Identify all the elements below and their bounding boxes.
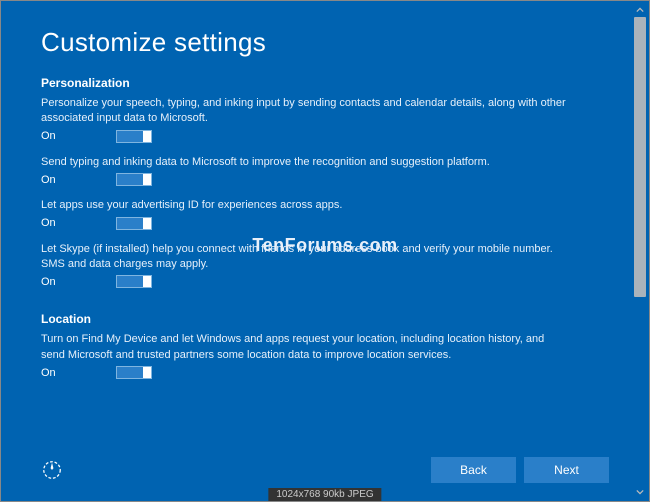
setting-find-my-device: Turn on Find My Device and let Windows a… bbox=[41, 332, 609, 379]
scroll-thumb[interactable] bbox=[634, 17, 646, 297]
toggle-switch[interactable] bbox=[116, 366, 152, 379]
setting-desc: Let apps use your advertising ID for exp… bbox=[41, 198, 571, 213]
setting-desc: Personalize your speech, typing, and ink… bbox=[41, 96, 571, 127]
footer: Back Next bbox=[41, 457, 609, 483]
back-button[interactable]: Back bbox=[431, 457, 516, 483]
toggle-row: On bbox=[41, 173, 609, 186]
toggle-switch[interactable] bbox=[116, 173, 152, 186]
accessibility-icon[interactable] bbox=[41, 459, 63, 481]
toggle-state-label: On bbox=[41, 130, 66, 142]
scroll-track[interactable] bbox=[633, 17, 647, 485]
scroll-up-arrow-icon[interactable] bbox=[633, 3, 647, 17]
toggle-state-label: On bbox=[41, 174, 66, 186]
setting-advertising-id: Let apps use your advertising ID for exp… bbox=[41, 198, 609, 229]
location-header: Location bbox=[41, 312, 609, 326]
setting-desc: Send typing and inking data to Microsoft… bbox=[41, 155, 571, 170]
settings-content: Customize settings Personalization Perso… bbox=[1, 1, 649, 431]
toggle-state-label: On bbox=[41, 217, 66, 229]
scrollbar[interactable] bbox=[633, 3, 647, 499]
next-button[interactable]: Next bbox=[524, 457, 609, 483]
setting-desc: Turn on Find My Device and let Windows a… bbox=[41, 332, 571, 363]
image-meta-bar: 1024x768 90kb JPEG bbox=[268, 488, 381, 501]
toggle-row: On bbox=[41, 275, 609, 288]
setting-speech-typing: Personalize your speech, typing, and ink… bbox=[41, 96, 609, 143]
toggle-row: On bbox=[41, 130, 609, 143]
setting-desc: Let Skype (if installed) help you connec… bbox=[41, 242, 571, 273]
toggle-state-label: On bbox=[41, 276, 66, 288]
page-title: Customize settings bbox=[41, 27, 609, 58]
personalization-header: Personalization bbox=[41, 76, 609, 90]
location-section: Location Turn on Find My Device and let … bbox=[41, 312, 609, 379]
toggle-switch[interactable] bbox=[116, 130, 152, 143]
scroll-down-arrow-icon[interactable] bbox=[633, 485, 647, 499]
button-row: Back Next bbox=[431, 457, 609, 483]
toggle-state-label: On bbox=[41, 367, 66, 379]
toggle-row: On bbox=[41, 217, 609, 230]
setting-typing-inking: Send typing and inking data to Microsoft… bbox=[41, 155, 609, 186]
toggle-switch[interactable] bbox=[116, 275, 152, 288]
toggle-row: On bbox=[41, 366, 609, 379]
toggle-switch[interactable] bbox=[116, 217, 152, 230]
setting-skype: Let Skype (if installed) help you connec… bbox=[41, 242, 609, 289]
